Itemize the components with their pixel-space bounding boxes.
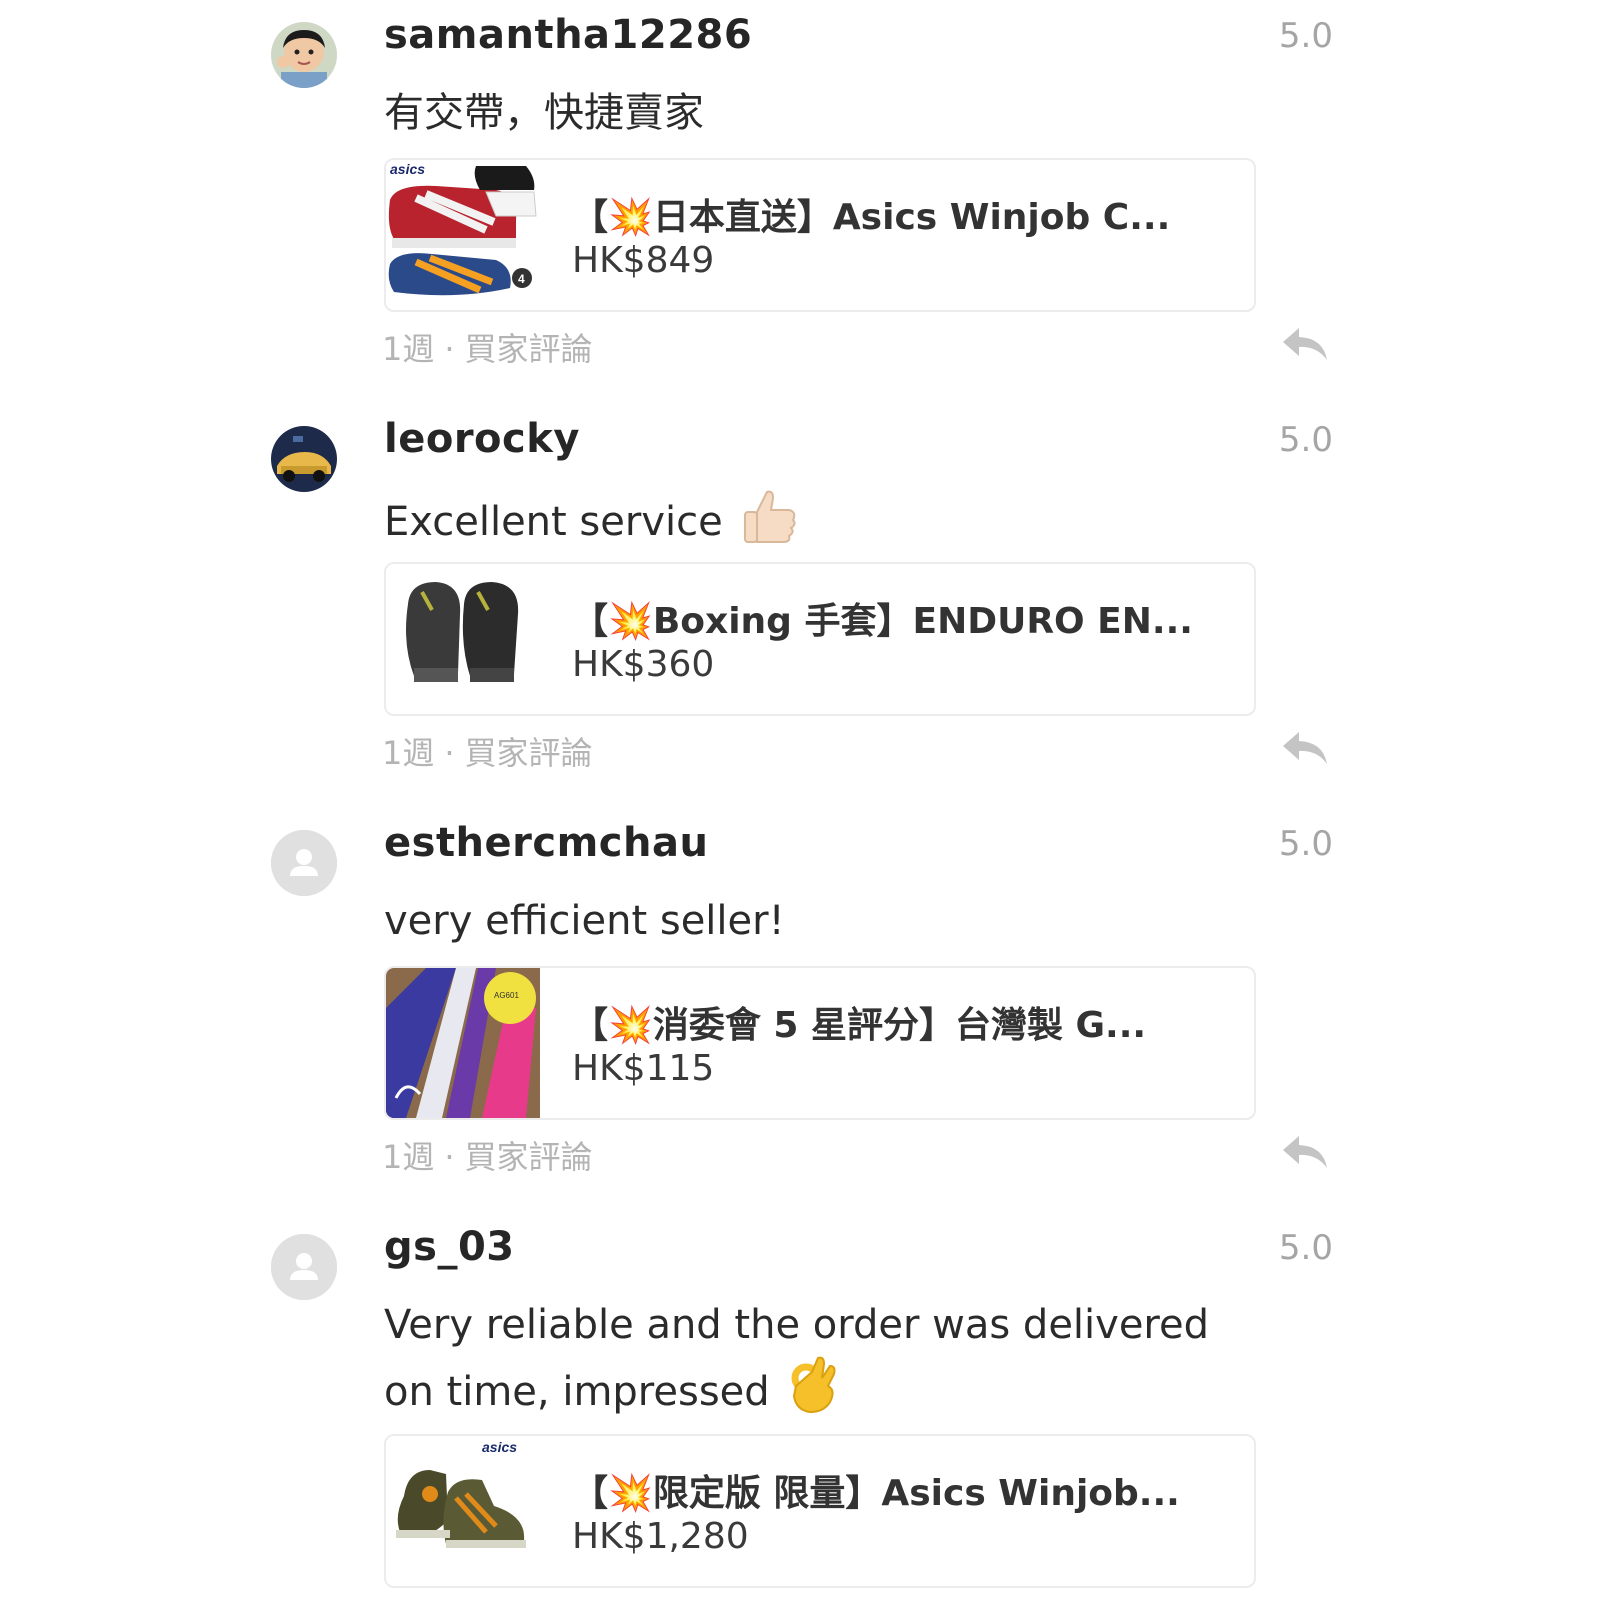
rating-score: 5.0 [1278, 824, 1333, 864]
username[interactable]: samantha12286 [384, 12, 752, 58]
product-price: HK$1,280 [572, 1516, 749, 1557]
product-image: asics [386, 1436, 540, 1586]
review-comment: very efficient seller! [384, 898, 785, 944]
ok-hand-icon [788, 1356, 838, 1432]
username[interactable]: esthercmchau [384, 820, 708, 866]
reply-icon[interactable] [1281, 730, 1329, 766]
rating-score: 5.0 [1278, 420, 1333, 460]
product-title[interactable]: 【💥日本直送】Asics Winjob C... [572, 188, 1222, 240]
product-card[interactable]: asics 4 【💥日本直送】Asics Winjob C... HK$849 [384, 158, 1256, 312]
product-title[interactable]: 【💥限定版 限量】Asics Winjob... [572, 1464, 1222, 1516]
review-item: samantha12286 5.0 有交帶，快捷賣家 asics 4 【💥日本直… [0, 0, 1599, 404]
review-type: 買家評論 [464, 330, 593, 368]
reply-icon[interactable] [1281, 1134, 1329, 1170]
review-list: samantha12286 5.0 有交帶，快捷賣家 asics 4 【💥日本直… [0, 0, 1599, 1599]
review-comment: Excellent service [384, 486, 1264, 562]
svg-text:AG601: AG601 [494, 991, 519, 1000]
product-image [386, 564, 540, 714]
review-comment: Very reliable and the order was delivere… [384, 1294, 1264, 1432]
review-comment-text: Excellent service [384, 499, 723, 545]
product-title[interactable]: 【💥消委會 5 星評分】台灣製 G... [572, 996, 1222, 1048]
username[interactable]: leorocky [384, 416, 580, 462]
product-image: asics 4 [386, 160, 540, 310]
avatar[interactable] [271, 830, 337, 896]
product-title[interactable]: 【💥Boxing 手套】ENDURO EN... [572, 592, 1222, 644]
default-user-icon [271, 1234, 337, 1300]
review-meta: 1週 · 買家評論 [382, 1132, 593, 1178]
separator: · [444, 1138, 455, 1176]
reply-icon[interactable] [1281, 326, 1329, 362]
review-time: 1週 [382, 330, 435, 368]
review-comment: 有交帶，快捷賣家 [384, 90, 704, 136]
separator: · [444, 330, 455, 368]
rating-score: 5.0 [1278, 16, 1333, 56]
review-meta: 1週 · 買家評論 [382, 324, 593, 370]
thumbs-up-icon [741, 486, 799, 562]
default-user-icon [271, 830, 337, 896]
product-price: HK$115 [572, 1048, 715, 1089]
product-price: HK$360 [572, 644, 715, 685]
svg-text:asics: asics [390, 161, 425, 177]
review-item: leorocky 5.0 Excellent service 【💥Boxing … [0, 404, 1599, 808]
review-time: 1週 [382, 1138, 435, 1176]
avatar[interactable] [271, 22, 337, 88]
review-item: gs_03 5.0 Very reliable and the order wa… [0, 1212, 1599, 1599]
review-time: 1週 [382, 734, 435, 772]
product-price: HK$849 [572, 240, 715, 281]
avatar[interactable] [271, 1234, 337, 1300]
separator: · [444, 734, 455, 772]
username[interactable]: gs_03 [384, 1224, 515, 1270]
svg-text:asics: asics [482, 1439, 517, 1455]
review-type: 買家評論 [464, 734, 593, 772]
product-card[interactable]: AG601 【💥消委會 5 星評分】台灣製 G... HK$115 [384, 966, 1256, 1120]
review-item: esthercmchau 5.0 very efficient seller! … [0, 808, 1599, 1212]
svg-text:4: 4 [518, 272, 525, 286]
review-type: 買家評論 [464, 1138, 593, 1176]
avatar[interactable] [271, 426, 337, 492]
product-image: AG601 [386, 968, 540, 1118]
product-card[interactable]: 【💥Boxing 手套】ENDURO EN... HK$360 [384, 562, 1256, 716]
review-meta: 1週 · 買家評論 [382, 728, 593, 774]
rating-score: 5.0 [1278, 1228, 1333, 1268]
product-card[interactable]: asics 【💥限定版 限量】Asics Winjob... HK$1,280 [384, 1434, 1256, 1588]
